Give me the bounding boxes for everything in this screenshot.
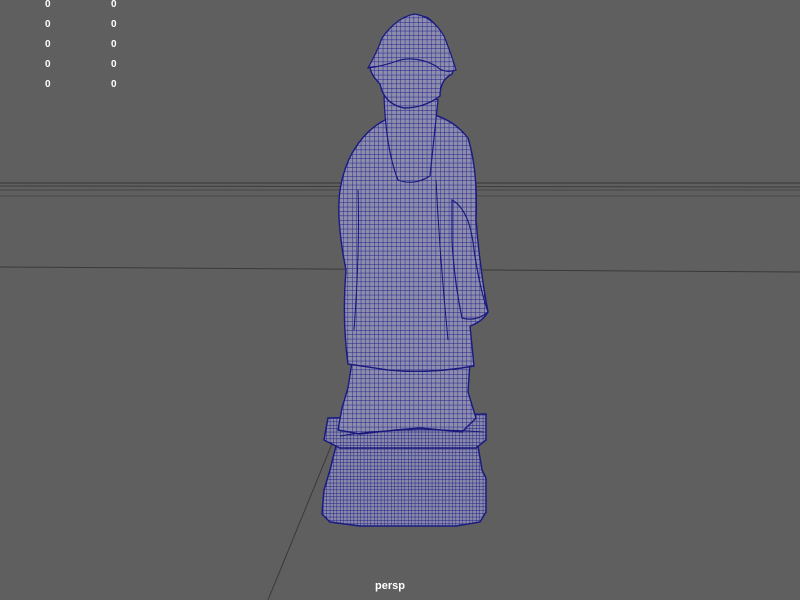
- hud-readout: 0 0 0 0 0 0 0 0 0 0: [0, 0, 140, 100]
- hud-row: 0 0: [0, 60, 140, 76]
- hud-row: 0 0: [0, 20, 140, 36]
- hud-row: 0 0: [0, 80, 140, 96]
- hud-value: 0: [45, 0, 51, 10]
- hud-value: 0: [111, 19, 117, 30]
- statue-mesh[interactable]: [321, 13, 489, 527]
- camera-label: persp: [375, 580, 405, 592]
- hud-value: 0: [45, 79, 51, 90]
- hud-value: 0: [111, 59, 117, 70]
- hud-value: 0: [45, 39, 51, 50]
- perspective-viewport[interactable]: 0 0 0 0 0 0 0 0 0 0 persp: [0, 0, 800, 600]
- hud-value: 0: [111, 79, 117, 90]
- hud-value: 0: [45, 59, 51, 70]
- hud-value: 0: [45, 19, 51, 30]
- pedestal-base: [321, 445, 487, 527]
- hud-value: 0: [111, 39, 117, 50]
- hud-row: 0 0: [0, 40, 140, 56]
- hud-row: 0 0: [0, 0, 140, 16]
- hud-value: 0: [111, 0, 117, 10]
- robe-lower: [337, 361, 477, 435]
